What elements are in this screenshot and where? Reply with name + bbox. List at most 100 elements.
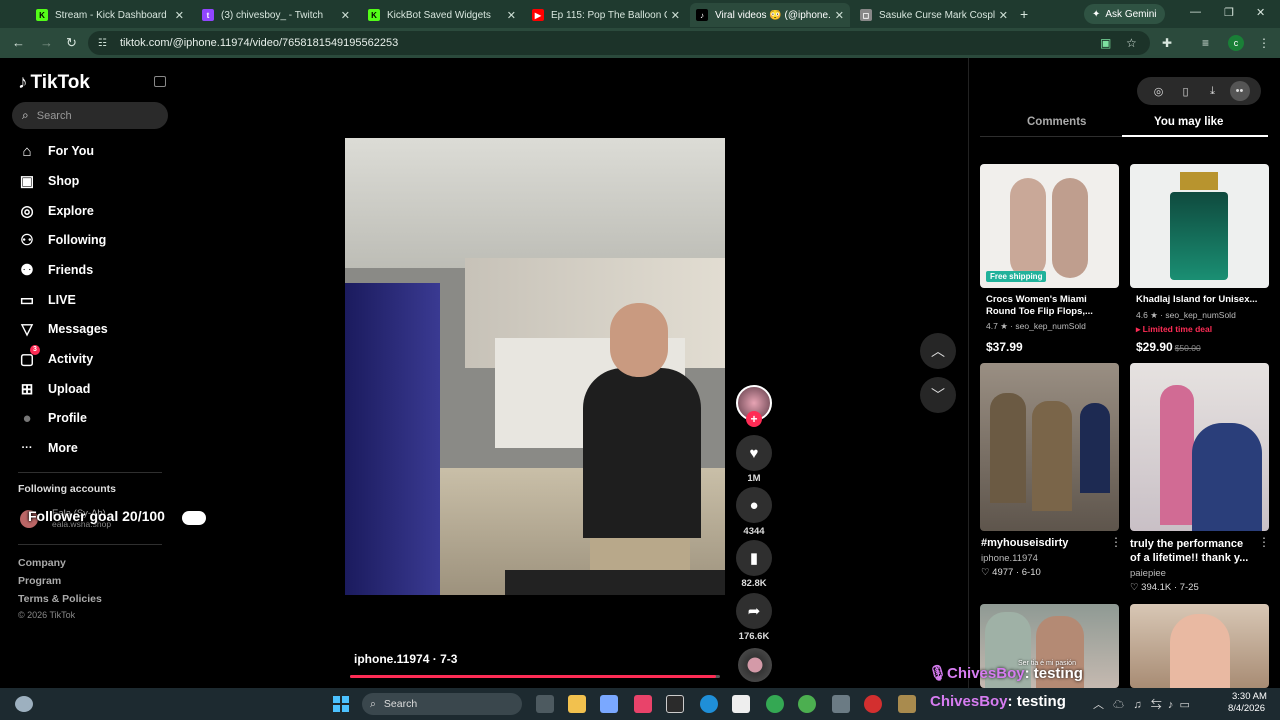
site-info-icon[interactable]: ☷ <box>98 38 112 49</box>
nav-messages[interactable]: ▽ Messages <box>18 320 108 338</box>
forward-arrow-icon[interactable]: → <box>40 35 53 50</box>
video-title[interactable]: #myhouseisdirty <box>981 537 1068 549</box>
tab-comments[interactable]: Comments <box>1027 116 1086 128</box>
task-view-icon[interactable] <box>536 695 554 713</box>
chrome-icon[interactable] <box>766 695 784 713</box>
browser-profile-avatar[interactable]: c <box>1228 35 1244 51</box>
footer-company-link[interactable]: Company <box>18 557 66 569</box>
nav-live[interactable]: ▭ LIVE <box>18 291 76 309</box>
footer-program-link[interactable]: Program <box>18 575 61 587</box>
weather-widget-icon[interactable] <box>15 696 33 712</box>
browser-menu-icon[interactable]: ⋮ <box>1258 36 1270 50</box>
next-video-button[interactable]: ﹀ <box>920 377 956 413</box>
tab-close-icon[interactable]: ✕ <box>507 9 516 22</box>
tab-twitch[interactable]: t (3) chivesboy_ - Twitch ✕ <box>196 3 356 27</box>
store-icon[interactable] <box>634 695 652 713</box>
extensions-icon[interactable]: ✚ <box>1162 36 1172 50</box>
previous-video-button[interactable]: ︿ <box>920 333 956 369</box>
tab-close-icon[interactable]: ✕ <box>341 9 350 22</box>
copyright-text: © 2026 TikTok <box>18 610 76 620</box>
tab-close-icon[interactable]: ✕ <box>835 9 844 22</box>
nav-shop[interactable]: ▣ Shop <box>18 172 79 190</box>
taskbar-clock-time[interactable]: 3:30 AM <box>1232 691 1267 702</box>
video-title[interactable]: truly the performance of a lifetime!! th… <box>1130 537 1255 565</box>
battery-icon[interactable]: ▭ <box>1180 699 1190 711</box>
product-title[interactable]: Khadlaj Island for Unisex... <box>1136 294 1266 306</box>
nav-profile[interactable]: ● Profile <box>18 409 86 427</box>
nav-following[interactable]: ⚇ Following <box>18 231 106 249</box>
video-author-line[interactable]: iphone.11974 · 7-3 <box>354 652 457 666</box>
obs-recording-icon[interactable] <box>864 695 882 713</box>
video-username[interactable]: paiepiee <box>1130 568 1166 579</box>
like-button[interactable]: ♥ <box>736 435 772 471</box>
tab-kick-dashboard[interactable]: K Stream - Kick Dashboard ✕ <box>30 3 190 27</box>
game-app-icon[interactable] <box>898 695 916 713</box>
product-card-image[interactable] <box>980 164 1119 288</box>
nav-friends[interactable]: ⚉ Friends <box>18 261 93 279</box>
share-button[interactable]: ➦ <box>736 593 772 629</box>
video-username[interactable]: iphone.11974 <box>981 553 1038 564</box>
video-progress-bar[interactable] <box>350 675 720 678</box>
tab-close-icon[interactable]: ✕ <box>175 9 184 22</box>
video-thumbnail[interactable] <box>1130 363 1269 531</box>
file-explorer-icon[interactable] <box>568 695 586 713</box>
address-bar[interactable]: ☷ tiktok.com/@iphone.11974/video/7658181… <box>88 31 1150 55</box>
video-thumbnail[interactable] <box>1130 604 1269 688</box>
download-icon[interactable]: ⤓ <box>1203 81 1223 101</box>
sound-disc-icon[interactable] <box>738 648 772 682</box>
edge-browser-icon[interactable] <box>700 695 718 713</box>
tab-you-may-like[interactable]: You may like <box>1154 116 1223 128</box>
tab-close-icon[interactable]: ✕ <box>671 9 680 22</box>
tab-close-icon[interactable]: ✕ <box>999 9 1008 22</box>
nav-activity[interactable]: ▢ 3 Activity <box>18 345 93 368</box>
chevron-up-icon[interactable]: ︿ <box>1093 699 1104 711</box>
tiktok-logo[interactable]: ♪ TikTok <box>18 72 90 94</box>
taskbar-search-input[interactable]: ⌕ Search <box>362 693 522 715</box>
tab-tiktok-active[interactable]: ♪ Viral videos 😳 (@iphone.1 ✕ <box>690 3 850 27</box>
tab-youtube-episode[interactable]: ▶ Ep 115: Pop The Balloon Or ✕ <box>526 3 686 27</box>
volume-icon[interactable]: ♪ <box>1168 699 1174 711</box>
restore-icon[interactable]: ❐ <box>1224 6 1234 19</box>
copilot-icon[interactable] <box>600 695 618 713</box>
cast-icon[interactable]: ▣ <box>1100 36 1111 50</box>
video-thumbnail[interactable] <box>980 363 1119 531</box>
save-button[interactable]: ▮ <box>736 540 772 576</box>
search-input[interactable]: ⌕ Search <box>12 102 168 129</box>
upload-icon: ⊞ <box>20 381 34 398</box>
kebab-menu-icon[interactable]: ⋮ <box>1110 535 1122 549</box>
minimize-icon[interactable]: — <box>1190 6 1201 18</box>
product-title[interactable]: Crocs Women's Miami Round Toe Flip Flops… <box>986 294 1116 318</box>
reload-icon[interactable]: ↻ <box>66 35 77 51</box>
nav-explore[interactable]: ◎ Explore <box>18 202 93 220</box>
close-window-icon[interactable]: ✕ <box>1256 6 1265 19</box>
new-tab-button[interactable]: + <box>1020 6 1028 22</box>
chrome-profile-icon[interactable] <box>798 695 816 713</box>
bookmark-star-icon[interactable]: ☆ <box>1126 36 1137 50</box>
taskbar-clock-date[interactable]: 8/4/2026 <box>1228 703 1265 714</box>
kebab-menu-icon[interactable]: ⋮ <box>1258 535 1270 549</box>
device-icon[interactable]: ▯ <box>1176 81 1196 101</box>
comment-button[interactable]: ● <box>736 487 772 523</box>
start-menu-icon[interactable] <box>333 696 349 712</box>
compass-icon[interactable]: ◎ <box>1149 81 1169 101</box>
footer-terms-link[interactable]: Terms & Policies <box>18 593 102 605</box>
cloud-icon[interactable]: ☁ <box>1113 699 1124 711</box>
app-icon[interactable] <box>732 695 750 713</box>
ask-gemini-button[interactable]: ✦ Ask Gemini <box>1084 4 1165 24</box>
network-icon[interactable]: ⇆ <box>1151 699 1162 711</box>
media-controls-icon[interactable]: ≡ <box>1202 36 1209 50</box>
nav-for-you[interactable]: ⌂ For You <box>18 142 94 160</box>
nav-more[interactable]: ··· More <box>18 439 78 457</box>
collapse-sidebar-icon[interactable] <box>154 76 166 87</box>
settings-gear-icon[interactable] <box>832 695 850 713</box>
app-icon[interactable] <box>666 695 684 713</box>
product-card-image[interactable] <box>1130 164 1269 288</box>
tab-sasuke-cosplay[interactable]: ◻ Sasuke Curse Mark Cosplay ✕ <box>854 3 1014 27</box>
profile-avatar-icon[interactable]: •• <box>1229 81 1250 101</box>
follow-plus-icon[interactable]: + <box>746 411 762 427</box>
microphone-icon[interactable]: ♫ <box>1133 699 1141 711</box>
nav-upload[interactable]: ⊞ Upload <box>18 380 91 398</box>
video-player[interactable] <box>345 138 725 595</box>
back-arrow-icon[interactable]: ← <box>12 35 25 50</box>
tab-kickbot-widgets[interactable]: K KickBot Saved Widgets ✕ <box>362 3 522 27</box>
